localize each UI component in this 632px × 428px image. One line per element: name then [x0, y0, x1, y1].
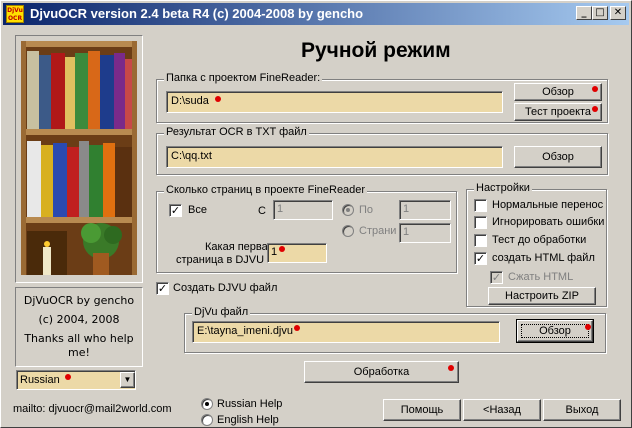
marker-dot: [294, 325, 300, 331]
finereader-project-title: Папка с проектом FineReader:: [164, 72, 323, 84]
djvu-file-path-value: E:\tayna_imeni.djvu: [197, 325, 293, 337]
title-bar[interactable]: DjVu OCR DjvuOCR version 2.4 beta R4 (c)…: [3, 3, 629, 25]
to-page-label: По: [359, 204, 374, 216]
first-page-value: 1: [271, 246, 278, 258]
process-button-label: Обработка: [353, 366, 410, 378]
first-page-label-line1: Какая первая: [205, 241, 274, 253]
create-djvu-checkbox[interactable]: ✓: [156, 282, 169, 295]
exit-button-label: Выход: [565, 404, 599, 416]
all-pages-label: Все: [188, 204, 207, 216]
maximize-button[interactable]: □: [592, 6, 608, 20]
marker-dot: [592, 86, 598, 92]
language-select-value: Russian: [20, 374, 60, 386]
russian-help-label: Russian Help: [217, 398, 283, 410]
single-page-radio[interactable]: [342, 225, 354, 237]
marker-dot: [592, 106, 598, 112]
test-project-label: Тест проекта: [524, 106, 592, 118]
checkmark-icon: ✓: [157, 282, 168, 295]
about-box: DjVuOCR by gencho (c) 2004, 2008 Thanks …: [15, 287, 143, 367]
help-button-label: Помощь: [400, 404, 444, 416]
settings-title: Настройки: [474, 182, 532, 194]
exit-button[interactable]: Выход: [543, 399, 621, 421]
chevron-down-icon: ▼: [123, 375, 132, 384]
finereader-project-path-input[interactable]: D:\suda: [166, 91, 503, 113]
from-page-label: С: [258, 205, 266, 217]
finereader-browse-button[interactable]: Обзор: [514, 83, 602, 101]
russian-help-radio[interactable]: [201, 398, 213, 410]
app-icon-text-bottom: OCR: [7, 15, 23, 22]
pre-test-label: Тест до обработки: [492, 234, 587, 246]
single-page-input[interactable]: 1: [399, 223, 451, 243]
back-button-label: <Назад: [483, 404, 521, 416]
english-help-label: English Help: [217, 414, 279, 426]
marker-dot: [279, 246, 285, 252]
ocr-result-browse-button[interactable]: Обзор: [514, 146, 602, 168]
about-thanks: Thanks all who help me!: [24, 332, 134, 359]
about-copyright: (c) 2004, 2008: [38, 313, 120, 326]
compress-html-checkbox[interactable]: ✓: [490, 271, 503, 284]
djvu-file-browse-button[interactable]: Обзор: [516, 319, 594, 343]
to-page-value: 1: [403, 203, 410, 215]
page-title: Ручной режим: [301, 39, 451, 62]
mailto-link[interactable]: mailto: djvuocr@mail2world.com: [13, 403, 172, 415]
help-button[interactable]: Помощь: [383, 399, 461, 421]
ignore-errors-checkbox[interactable]: [474, 216, 487, 229]
close-icon: ✕: [613, 7, 623, 18]
window-title: DjvuOCR version 2.4 beta R4 (c) 2004-200…: [30, 6, 364, 21]
configure-zip-label: Настроить ZIP: [505, 290, 579, 302]
first-page-input[interactable]: 1: [267, 243, 327, 263]
app-icon-text-top: DjVu: [7, 7, 23, 14]
ocr-result-browse-label: Обзор: [542, 151, 574, 163]
marker-dot: [65, 374, 71, 380]
compress-html-label: Сжать HTML: [508, 271, 574, 283]
process-button[interactable]: Обработка: [304, 361, 459, 383]
checkmark-icon: ✓: [475, 252, 486, 265]
finereader-browse-label: Обзор: [542, 86, 574, 98]
ocr-result-path-value: C:\qq.txt: [171, 150, 212, 162]
main-window: DjVu OCR DjvuOCR version 2.4 beta R4 (c)…: [0, 0, 632, 428]
from-page-value: 1: [277, 203, 284, 215]
back-button[interactable]: <Назад: [463, 399, 541, 421]
all-pages-checkbox[interactable]: ✓: [169, 204, 182, 217]
ignore-errors-label: Игнорировать ошибки: [492, 216, 605, 228]
checkmark-icon: ✓: [491, 271, 502, 284]
english-help-radio[interactable]: [201, 414, 213, 426]
pages-title: Сколько страниц в проекте FineReader: [164, 184, 368, 196]
language-select[interactable]: Russian: [16, 370, 136, 390]
normal-wrap-checkbox[interactable]: [474, 199, 487, 212]
marker-dot: [585, 324, 591, 330]
language-dropdown-button[interactable]: ▼: [120, 372, 135, 388]
create-djvu-label: Создать DJVU файл: [173, 282, 278, 294]
bookshelf-illustration: [21, 41, 137, 275]
focus-rect: [521, 324, 589, 338]
test-project-button[interactable]: Тест проекта: [514, 103, 602, 121]
ocr-result-path-input[interactable]: C:\qq.txt: [166, 146, 503, 168]
pre-test-checkbox[interactable]: [474, 234, 487, 247]
djvu-file-title: DjVu файл: [192, 306, 251, 318]
minimize-icon: _: [581, 7, 587, 18]
to-page-input[interactable]: 1: [399, 200, 451, 220]
normal-wrap-label: Нормальные перенос: [492, 199, 604, 211]
finereader-project-path-value: D:\suda: [171, 95, 209, 107]
about-author: DjVuOCR by gencho: [23, 294, 135, 307]
single-page-value: 1: [403, 226, 410, 238]
from-page-input[interactable]: 1: [273, 200, 333, 220]
djvu-file-path-input[interactable]: E:\tayna_imeni.djvu: [192, 321, 500, 343]
create-html-label: создать HTML файл: [492, 252, 595, 264]
create-html-checkbox[interactable]: ✓: [474, 252, 487, 265]
marker-dot: [215, 96, 221, 102]
maximize-icon: □: [595, 7, 605, 18]
close-button[interactable]: ✕: [610, 6, 626, 20]
ocr-result-title: Результат OCR в TXT файл: [164, 126, 309, 138]
checkmark-icon: ✓: [170, 204, 181, 217]
marker-dot: [448, 365, 454, 371]
single-page-label: Страни: [359, 225, 397, 237]
djvuocr-app-icon[interactable]: DjVu OCR: [6, 5, 24, 23]
configure-zip-button[interactable]: Настроить ZIP: [488, 287, 596, 305]
minimize-button[interactable]: _: [576, 6, 592, 20]
to-page-radio[interactable]: [342, 204, 354, 216]
bookshelf-image: [21, 41, 137, 275]
first-page-label-line2: страница в DJVU: [176, 254, 265, 266]
